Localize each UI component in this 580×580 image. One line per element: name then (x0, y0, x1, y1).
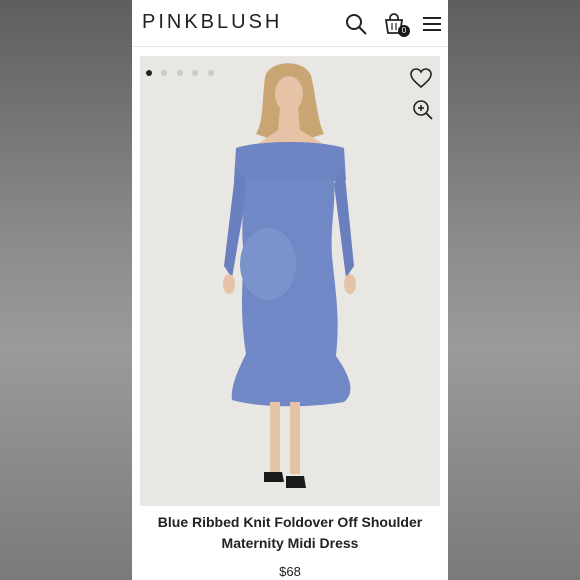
heart-icon[interactable] (409, 66, 433, 90)
pagination-dot[interactable] (207, 70, 214, 76)
cart-count-badge: 0 (398, 25, 410, 37)
background-blur-left (0, 0, 132, 580)
search-icon[interactable] (344, 12, 368, 36)
brand-logo[interactable]: PINKBLUSH (142, 11, 282, 34)
pagination-dot[interactable] (146, 70, 152, 76)
product-title: Blue Ribbed Knit Foldover Off Shoulder M… (132, 512, 448, 554)
product-image[interactable] (140, 56, 440, 506)
zoom-icon[interactable] (411, 98, 435, 122)
menu-icon[interactable] (420, 12, 444, 36)
product-photo (223, 63, 356, 488)
phone-screen: PINKBLUSH 0 Blue Ribbed Knit Foldover Of… (132, 0, 448, 580)
product-title-line: Blue Ribbed Knit Foldover Off Shoulder (157, 514, 423, 530)
product-price: $68 (279, 564, 301, 579)
site-header: PINKBLUSH 0 (132, 0, 448, 47)
pagination-dot[interactable] (176, 70, 183, 76)
image-pagination-dots[interactable] (146, 63, 219, 76)
background-blur-right (448, 0, 580, 580)
product-title-line: Maternity Midi Dress (221, 535, 359, 551)
